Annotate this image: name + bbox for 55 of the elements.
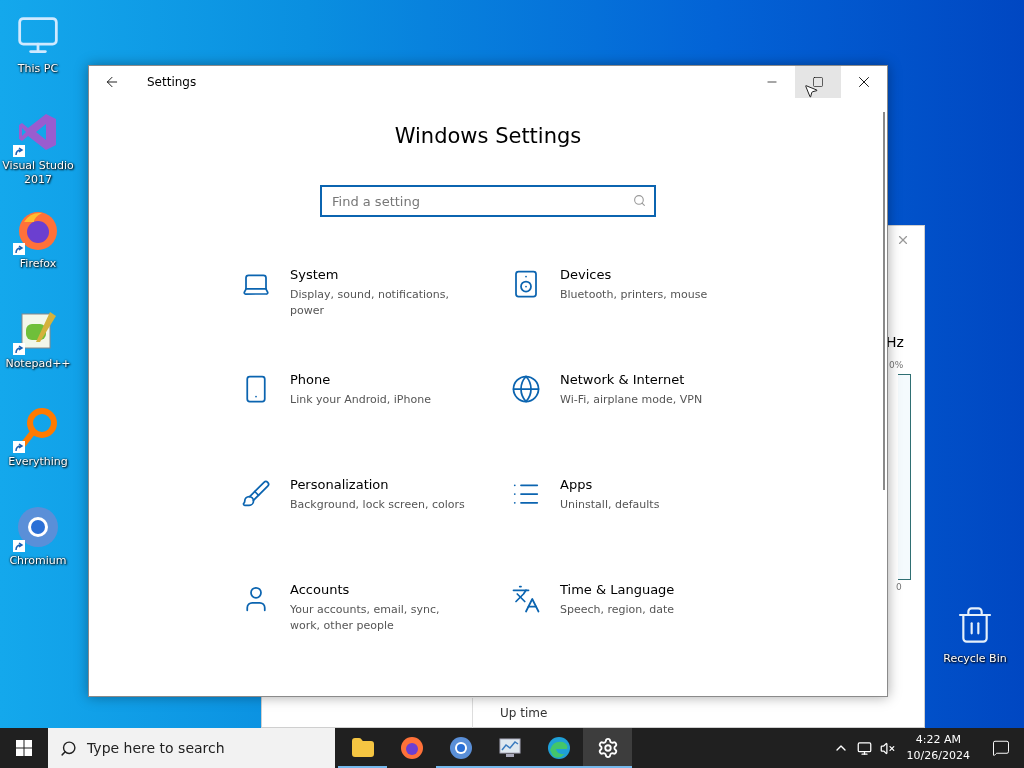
settings-category[interactable]: Apps Uninstall, defaults [510, 477, 740, 537]
category-description: Display, sound, notifications, power [290, 287, 450, 319]
category-title: Apps [560, 477, 594, 492]
monitor-chart-icon [497, 736, 522, 760]
network-monitor-icon [856, 740, 872, 756]
settings-category[interactable]: Phone Link your Android, iPhone [240, 372, 510, 432]
uptime-label: Up time [500, 706, 548, 720]
category-title: Devices [560, 267, 613, 282]
search-icon [633, 194, 646, 207]
category-description: Link your Android, iPhone [290, 392, 432, 408]
settings-category[interactable]: Devices Bluetooth, printers, mouse [510, 267, 740, 327]
edge-icon [546, 736, 571, 760]
taskbar-app-button[interactable] [583, 728, 632, 768]
search-icon [60, 739, 77, 757]
maximize-icon [812, 76, 824, 88]
search-field[interactable]: Find a setting [320, 185, 656, 217]
gear-icon [596, 737, 619, 759]
category-description: Uninstall, defaults [560, 497, 661, 513]
category-title: Personalization [290, 477, 390, 492]
speech-bubble-icon [992, 739, 1010, 757]
category-title: Phone [290, 372, 332, 387]
category-title: Network & Internet [560, 372, 686, 387]
globe-icon [511, 374, 541, 404]
clock[interactable]: 4:22 AM 10/26/2024 [898, 732, 978, 764]
settings-category[interactable]: Network & Internet Wi-Fi, airplane mode, VPN [510, 372, 740, 432]
window-title: Settings [147, 75, 198, 89]
desktop-icon-label[interactable]: Recycle Bin [943, 652, 1007, 666]
muted-speaker-icon [879, 740, 895, 756]
category-description: Background, lock screen, colors [290, 497, 466, 513]
windows-logo-icon [16, 740, 32, 756]
settings-category[interactable]: Time & Language Speech, region, date [510, 582, 740, 642]
firefox-icon [399, 736, 424, 760]
category-title: System [290, 267, 340, 282]
brush-icon [241, 479, 271, 509]
chromium-icon [448, 736, 473, 760]
taskbar-search-field[interactable]: Type here to search [48, 728, 335, 768]
percent-label: 0% [889, 360, 904, 370]
category-description: Wi-Fi, airplane mode, VPN [560, 392, 704, 408]
scrollbar[interactable] [883, 112, 885, 490]
category-title: Time & Language [560, 582, 676, 597]
category-description: Speech, region, date [560, 602, 676, 618]
axis-label: 0 [896, 582, 902, 592]
languages-icon [511, 584, 541, 614]
maximize-button[interactable] [795, 66, 841, 98]
page-heading: Windows Settings [394, 124, 582, 148]
chromium-icon [16, 505, 60, 549]
folder-icon [350, 736, 375, 760]
settings-category[interactable]: Personalization Background, lock screen, colors [240, 477, 510, 537]
settings-category[interactable]: System Display, sound, notifications, power [240, 267, 510, 327]
category-description: Your accounts, email, sync, work, other people [290, 602, 441, 634]
category-title: Accounts [290, 582, 351, 597]
settings-category[interactable]: Accounts Your accounts, email, sync, work, other people [240, 582, 510, 642]
close-icon[interactable] [896, 233, 910, 247]
category-description: Bluetooth, printers, mouse [560, 287, 709, 303]
mouse-pointer-icon [803, 83, 819, 99]
